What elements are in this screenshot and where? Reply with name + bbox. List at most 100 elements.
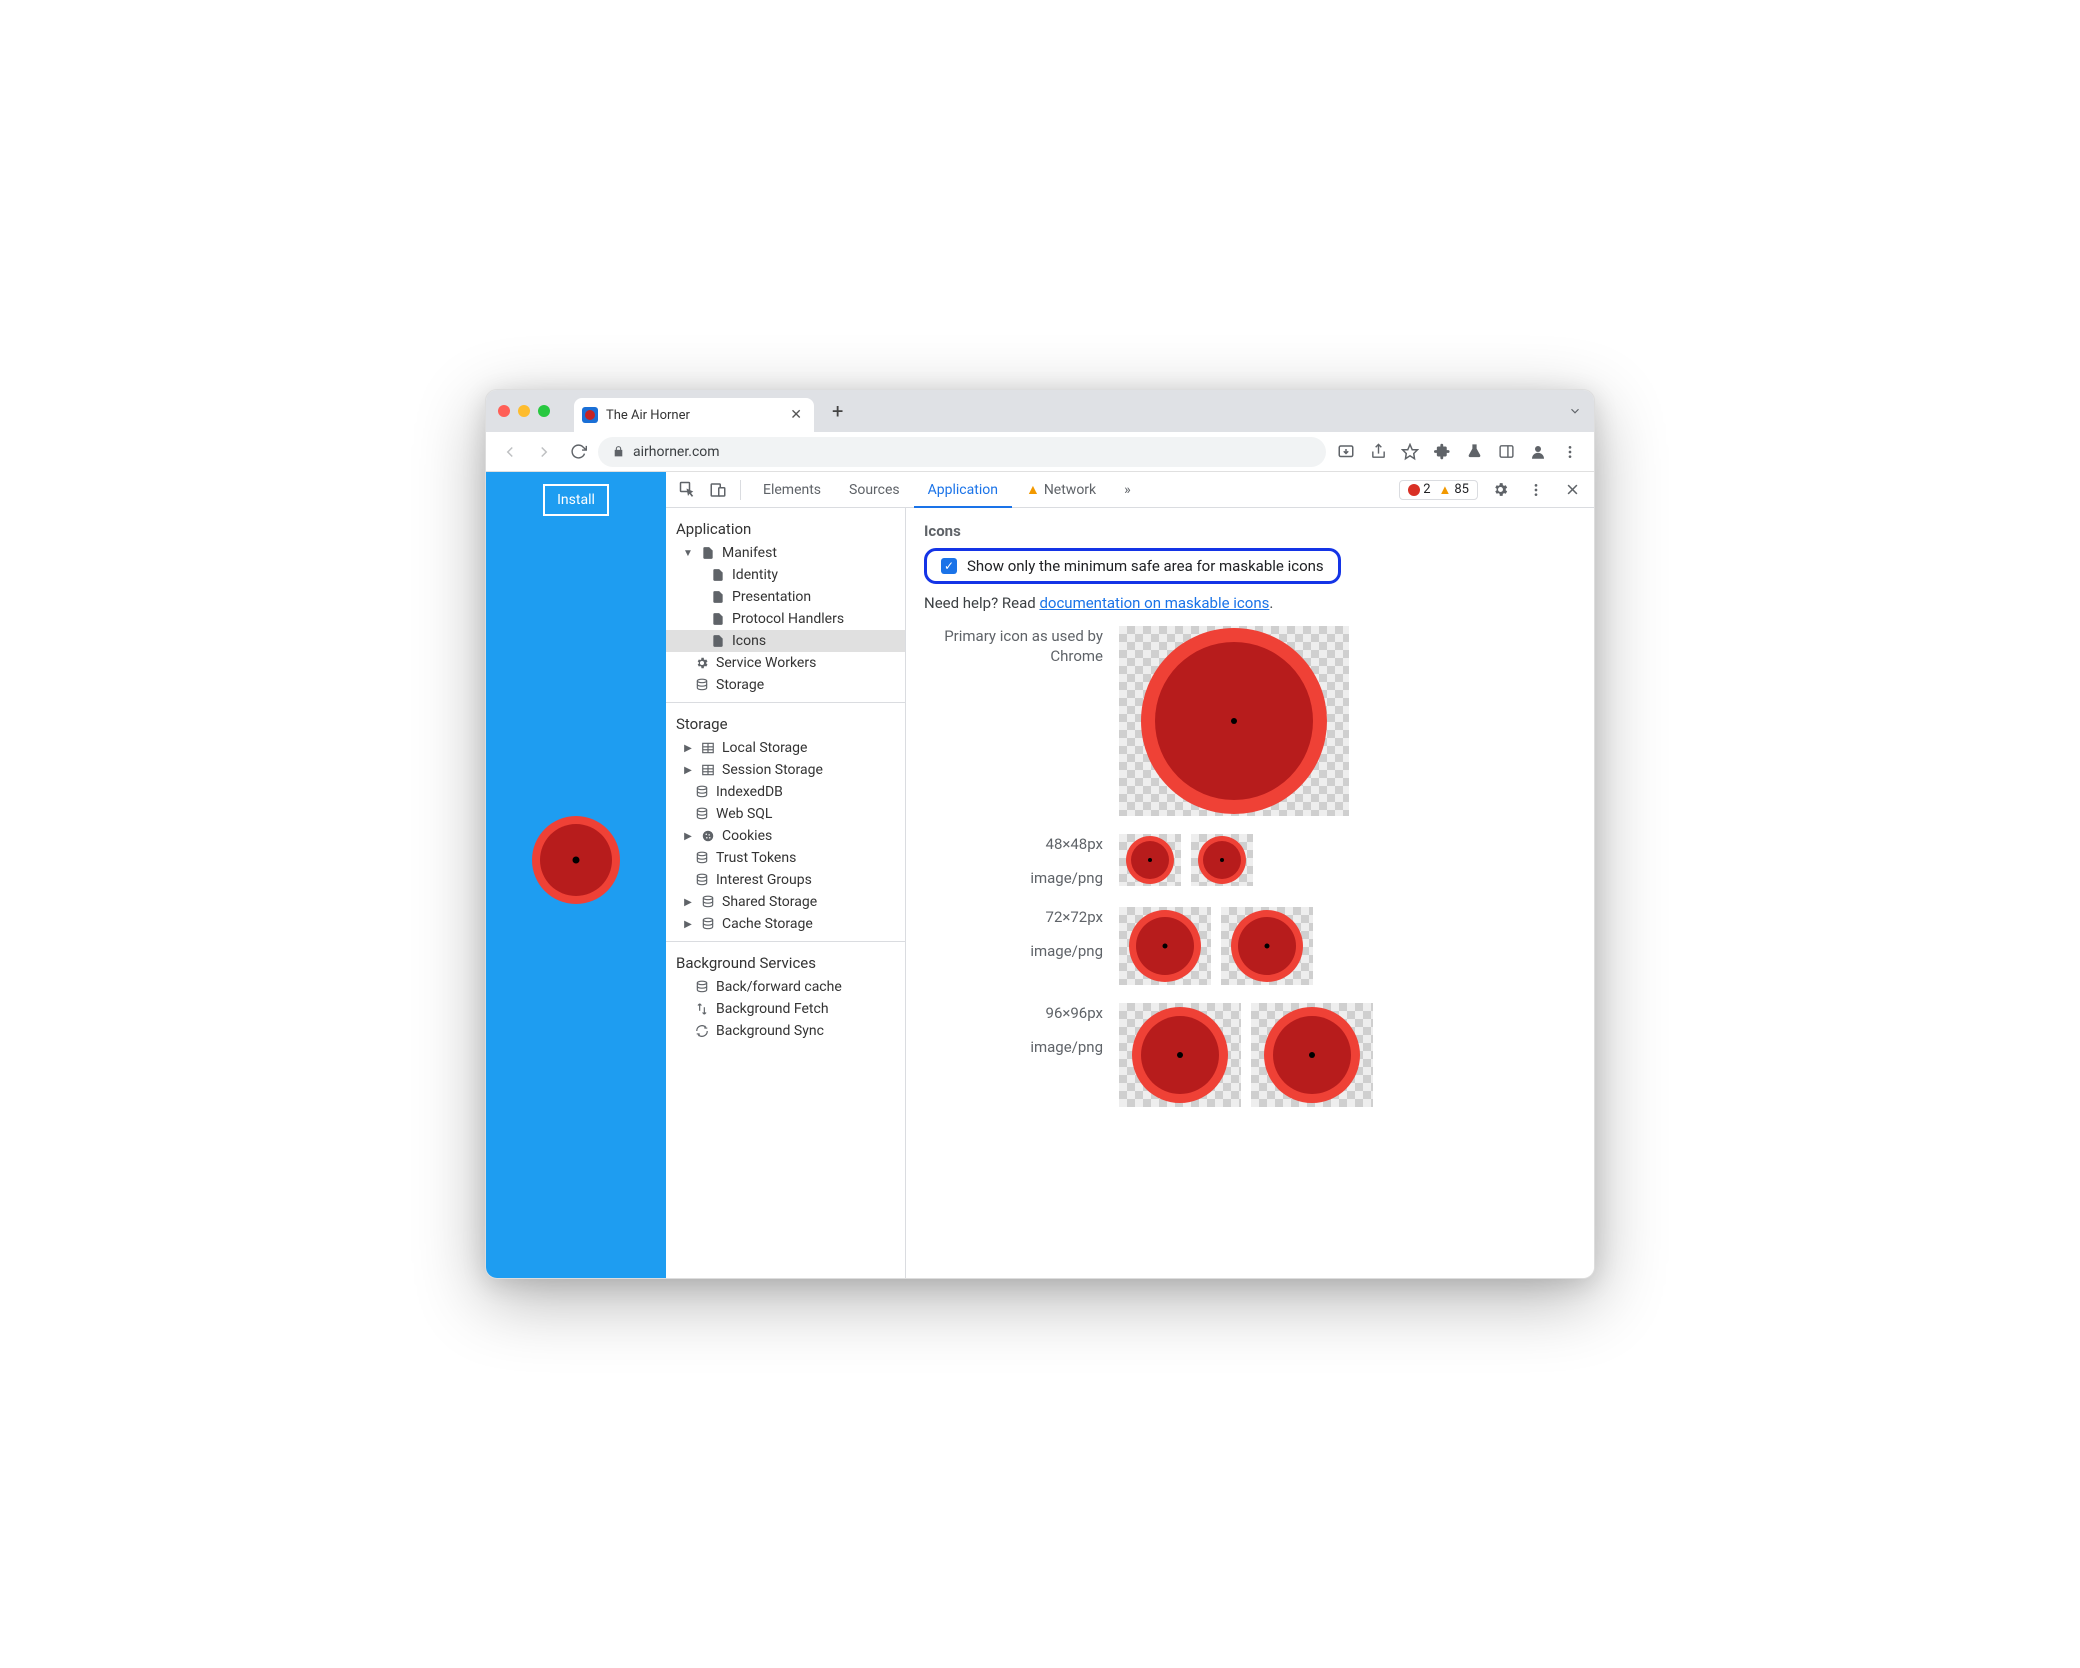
label: Cookies [722,828,772,844]
sync-icon [694,1023,710,1039]
sidebar-item-protocol-handlers[interactable]: Protocol Handlers [666,608,905,630]
label: Shared Storage [722,894,817,910]
sidebar-item-local-storage[interactable]: ▶Local Storage [666,737,905,759]
icon-preview [1221,907,1313,985]
sidebar-item-identity[interactable]: Identity [666,564,905,586]
tabs-more-button[interactable]: » [1110,472,1145,508]
section-storage-header: Storage [666,709,905,737]
checkbox-icon[interactable]: ✓ [941,558,957,574]
label: Background Fetch [716,1001,829,1017]
tab-strip: The Air Horner ✕ + [486,390,1594,432]
profile-icon[interactable] [1524,438,1552,466]
icon-size: 72×72px [924,907,1103,927]
browser-tab[interactable]: The Air Horner ✕ [574,398,814,432]
minimize-window-button[interactable] [518,405,530,417]
gear-icon [694,655,710,671]
settings-icon[interactable] [1486,476,1514,504]
sidebar-item-service-workers[interactable]: Service Workers [666,652,905,674]
reload-button[interactable] [564,438,592,466]
file-icon [710,633,726,649]
back-button[interactable] [496,438,524,466]
icon-mime: image/png [924,868,1103,888]
tab-application[interactable]: Application [914,472,1012,508]
label: Cache Storage [722,916,813,932]
sidebar-item-back-forward-cache[interactable]: Back/forward cache [666,976,905,998]
label: Back/forward cache [716,979,842,995]
sidebar-item-session-storage[interactable]: ▶Session Storage [666,759,905,781]
sidebar-item-manifest[interactable]: ▼Manifest [666,542,905,564]
sidebar-item-interest-groups[interactable]: Interest Groups [666,869,905,891]
sidebar-item-icons[interactable]: Icons [666,630,905,652]
warning-icon: ▲ [1439,482,1452,498]
close-devtools-button[interactable] [1558,476,1586,504]
chrome-menu-icon[interactable] [1556,438,1584,466]
sidebar-item-presentation[interactable]: Presentation [666,586,905,608]
icon-row-96: 96×96px image/png [924,1003,1576,1107]
help-link[interactable]: documentation on maskable icons [1039,594,1269,612]
database-icon [694,784,710,800]
label: Icons [732,633,766,649]
database-icon [694,677,710,693]
error-icon [1408,484,1420,496]
close-tab-button[interactable]: ✕ [790,407,802,423]
toolbar: airhorner.com [486,432,1594,472]
label: Identity [732,567,778,583]
sidebar-item-shared-storage[interactable]: ▶Shared Storage [666,891,905,913]
sidebar-item-background-sync[interactable]: Background Sync [666,1020,905,1042]
side-panel-icon[interactable] [1492,438,1520,466]
warning-icon: ▲ [1026,482,1040,498]
database-icon [700,916,716,932]
new-tab-button[interactable]: + [832,399,843,423]
install-app-icon[interactable] [1332,438,1360,466]
close-window-button[interactable] [498,405,510,417]
label: Service Workers [716,655,816,671]
icon-size: 96×96px [924,1003,1103,1023]
checkbox-label: Show only the minimum safe area for mask… [967,557,1324,575]
devtools-panel: Elements Sources Application ▲Network » … [666,472,1594,1278]
label: Web SQL [716,806,772,822]
sidebar-item-background-fetch[interactable]: Background Fetch [666,998,905,1020]
console-status-badge[interactable]: 2 ▲85 [1399,480,1478,500]
bookmark-icon[interactable] [1396,438,1424,466]
tab-sources[interactable]: Sources [835,472,914,508]
icon-row-primary: Primary icon as used by Chrome [924,626,1576,816]
zoom-window-button[interactable] [538,405,550,417]
sidebar-item-cookies[interactable]: ▶Cookies [666,825,905,847]
tab-network[interactable]: ▲Network [1012,472,1110,508]
icon-mime: image/png [924,941,1103,961]
extensions-icon[interactable] [1428,438,1456,466]
label: Session Storage [722,762,823,778]
labs-icon[interactable] [1460,438,1488,466]
database-icon [694,850,710,866]
sidebar-item-storage[interactable]: Storage [666,674,905,696]
sidebar-item-trust-tokens[interactable]: Trust Tokens [666,847,905,869]
maskable-checkbox-row[interactable]: ✓ Show only the minimum safe area for ma… [924,548,1341,584]
content-area: Install Elements Sources Application ▲Ne… [486,472,1594,1278]
sidebar-item-indexeddb[interactable]: IndexedDB [666,781,905,803]
address-bar[interactable]: airhorner.com [598,437,1326,467]
icon-row-label: Primary icon as used by Chrome [924,626,1119,667]
cookie-icon [700,828,716,844]
inspect-element-icon[interactable] [674,476,702,504]
share-icon[interactable] [1364,438,1392,466]
device-toggle-icon[interactable] [704,476,732,504]
devtools-menu-icon[interactable] [1522,476,1550,504]
air-horner-icon[interactable] [532,816,620,904]
label: Local Storage [722,740,807,756]
error-count: 2 [1423,482,1430,497]
database-icon [694,979,710,995]
sidebar-item-websql[interactable]: Web SQL [666,803,905,825]
file-icon [710,611,726,627]
tabs-dropdown-button[interactable] [1568,404,1582,418]
section-background-header: Background Services [666,948,905,976]
browser-window: The Air Horner ✕ + airhorner.com [485,389,1595,1279]
database-icon [694,806,710,822]
sidebar-item-cache-storage[interactable]: ▶Cache Storage [666,913,905,935]
forward-button[interactable] [530,438,558,466]
window-controls [498,405,550,417]
tab-network-label: Network [1044,482,1096,498]
install-button[interactable]: Install [543,484,609,516]
icon-size: 48×48px [924,834,1103,854]
label: Interest Groups [716,872,812,888]
tab-elements[interactable]: Elements [749,472,835,508]
